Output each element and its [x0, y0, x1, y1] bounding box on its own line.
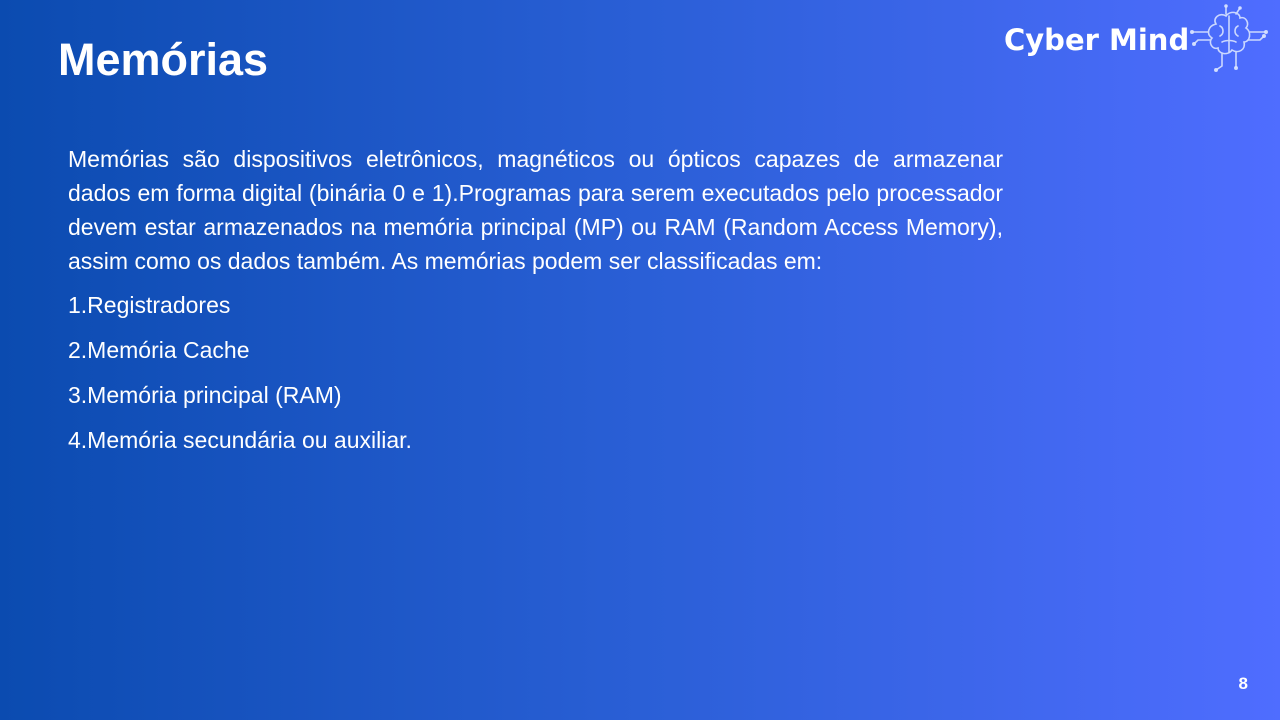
cyber-mind-logo: Cyber Mind — [1000, 4, 1275, 76]
slide: Memórias Cyber Mind Memórias são disposi… — [0, 0, 1280, 720]
list-item: 4.Memória secundária ou auxiliar. — [68, 427, 412, 453]
brain-circuit-icon — [1190, 4, 1268, 72]
memory-classification-list: 1.Registradores 2.Memória Cache 3.Memóri… — [68, 288, 1103, 457]
list-item: 1.Registradores — [68, 292, 231, 318]
intro-paragraph: Memórias são dispositivos eletrônicos, m… — [68, 146, 1003, 274]
slide-content: Memórias são dispositivos eletrônicos, m… — [68, 142, 1103, 468]
page-number: 8 — [1238, 674, 1248, 693]
list-item: 2.Memória Cache — [68, 337, 250, 363]
slide-title: Memórias — [58, 34, 269, 85]
list-item: 3.Memória principal (RAM) — [68, 382, 342, 408]
logo-text: Cyber Mind — [1004, 23, 1190, 57]
